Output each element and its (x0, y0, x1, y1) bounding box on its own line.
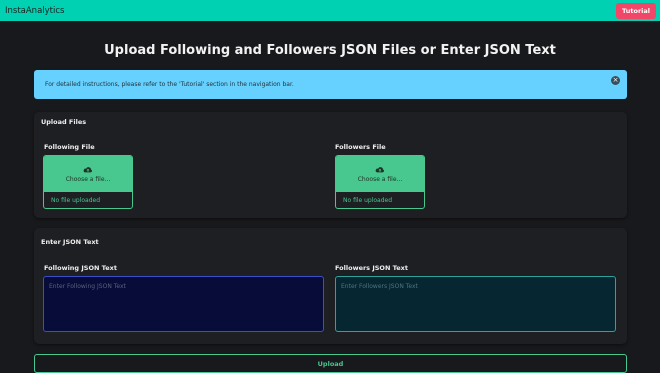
cloud-upload-icon (83, 166, 93, 172)
followers-json-label: Followers JSON Text (335, 264, 408, 272)
json-text-heading: Enter JSON Text (41, 238, 99, 246)
notification-message: For detailed instructions, please refer … (45, 81, 294, 88)
followers-file-cta-label: Choose a file... (357, 175, 403, 183)
following-json-label: Following JSON Text (44, 264, 117, 272)
close-icon[interactable]: × (611, 76, 620, 85)
cloud-upload-icon (375, 166, 385, 172)
followers-json-textarea[interactable] (335, 276, 616, 332)
following-file-input[interactable]: Choose a file... No file uploaded (43, 155, 133, 209)
upload-files-section: Upload Files Following File Choose a fil… (34, 112, 627, 218)
following-file-cta[interactable]: Choose a file... (44, 156, 132, 192)
tutorial-button[interactable]: Tutorial (616, 2, 656, 19)
upload-button[interactable]: Upload (34, 354, 627, 373)
following-file-cta-label: Choose a file... (65, 175, 111, 183)
followers-file-status: No file uploaded (343, 197, 393, 204)
following-file-label: Following File (44, 143, 95, 151)
navbar: InstaAnalytics Tutorial (0, 0, 660, 21)
json-text-section: Enter JSON Text Following JSON Text Foll… (34, 228, 627, 344)
upload-files-heading: Upload Files (41, 118, 87, 126)
page-title: Upload Following and Followers JSON File… (104, 43, 556, 58)
followers-file-cta[interactable]: Choose a file... (336, 156, 424, 192)
brand-logo[interactable]: InstaAnalytics (5, 6, 64, 16)
followers-file-label: Followers File (335, 143, 386, 151)
following-file-status: No file uploaded (51, 197, 101, 204)
following-json-textarea[interactable] (43, 276, 324, 332)
info-notification: For detailed instructions, please refer … (34, 70, 627, 99)
followers-file-input[interactable]: Choose a file... No file uploaded (335, 155, 425, 209)
